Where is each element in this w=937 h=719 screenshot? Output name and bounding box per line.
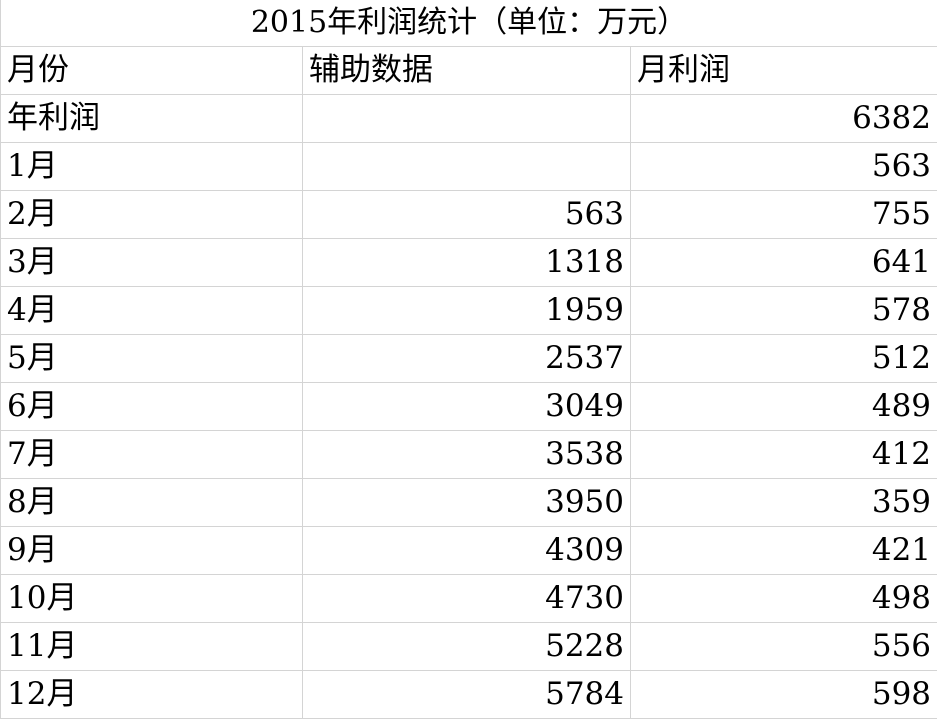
sheet-title[interactable]: 2015年利润统计（单位：万元） (1, 0, 937, 47)
row-label-cell[interactable]: 11月 (1, 623, 303, 671)
row-label-cell[interactable]: 8月 (1, 479, 303, 527)
header-row: 月份 辅助数据 月利润 (1, 47, 937, 95)
row-label-cell[interactable]: 1月 (1, 143, 303, 191)
profit-value-cell[interactable]: 421 (631, 527, 937, 575)
profit-value-cell[interactable]: 598 (631, 671, 937, 719)
table-row: 12月 5784 598 (1, 671, 937, 719)
table-row: 11月 5228 556 (1, 623, 937, 671)
aux-value-cell[interactable]: 3950 (303, 479, 631, 527)
aux-value-cell[interactable]: 4730 (303, 575, 631, 623)
row-label-cell[interactable]: 3月 (1, 239, 303, 287)
profit-value-cell[interactable]: 556 (631, 623, 937, 671)
row-label-cell[interactable]: 12月 (1, 671, 303, 719)
table-row: 9月 4309 421 (1, 527, 937, 575)
table-row: 10月 4730 498 (1, 575, 937, 623)
table-row: 4月 1959 578 (1, 287, 937, 335)
aux-value-cell[interactable]: 2537 (303, 335, 631, 383)
header-cell-aux[interactable]: 辅助数据 (303, 47, 631, 95)
table-row: 8月 3950 359 (1, 479, 937, 527)
table-row: 3月 1318 641 (1, 239, 937, 287)
table-row: 6月 3049 489 (1, 383, 937, 431)
row-label-cell[interactable]: 7月 (1, 431, 303, 479)
profit-value-cell[interactable]: 512 (631, 335, 937, 383)
profit-value-cell[interactable]: 563 (631, 143, 937, 191)
profit-value-cell[interactable]: 489 (631, 383, 937, 431)
header-cell-profit[interactable]: 月利润 (631, 47, 937, 95)
profit-value-cell[interactable]: 755 (631, 191, 937, 239)
profit-value-cell[interactable]: 578 (631, 287, 937, 335)
aux-value-cell[interactable]: 4309 (303, 527, 631, 575)
row-label-cell[interactable]: 9月 (1, 527, 303, 575)
row-label-cell[interactable]: 6月 (1, 383, 303, 431)
aux-value-cell[interactable]: 1318 (303, 239, 631, 287)
header-cell-month[interactable]: 月份 (1, 47, 303, 95)
aux-value-cell[interactable] (303, 95, 631, 143)
row-label-cell[interactable]: 5月 (1, 335, 303, 383)
aux-value-cell[interactable]: 5228 (303, 623, 631, 671)
aux-value-cell[interactable]: 3049 (303, 383, 631, 431)
profit-value-cell[interactable]: 6382 (631, 95, 937, 143)
aux-value-cell[interactable]: 3538 (303, 431, 631, 479)
aux-value-cell[interactable]: 5784 (303, 671, 631, 719)
row-label-cell[interactable]: 10月 (1, 575, 303, 623)
profit-value-cell[interactable]: 641 (631, 239, 937, 287)
profit-value-cell[interactable]: 498 (631, 575, 937, 623)
table-row: 2月 563 755 (1, 191, 937, 239)
row-label-cell[interactable]: 2月 (1, 191, 303, 239)
aux-value-cell[interactable]: 563 (303, 191, 631, 239)
profit-value-cell[interactable]: 412 (631, 431, 937, 479)
table-row: 5月 2537 512 (1, 335, 937, 383)
spreadsheet: 2015年利润统计（单位：万元） 月份 辅助数据 月利润 年利润 6382 1月… (0, 0, 937, 706)
profit-value-cell[interactable]: 359 (631, 479, 937, 527)
table-row: 7月 3538 412 (1, 431, 937, 479)
table-row: 1月 563 (1, 143, 937, 191)
table-row: 年利润 6382 (1, 95, 937, 143)
aux-value-cell[interactable] (303, 143, 631, 191)
aux-value-cell[interactable]: 1959 (303, 287, 631, 335)
profit-table: 2015年利润统计（单位：万元） 月份 辅助数据 月利润 年利润 6382 1月… (0, 0, 937, 719)
row-label-cell[interactable]: 年利润 (1, 95, 303, 143)
title-row: 2015年利润统计（单位：万元） (1, 0, 937, 47)
row-label-cell[interactable]: 4月 (1, 287, 303, 335)
